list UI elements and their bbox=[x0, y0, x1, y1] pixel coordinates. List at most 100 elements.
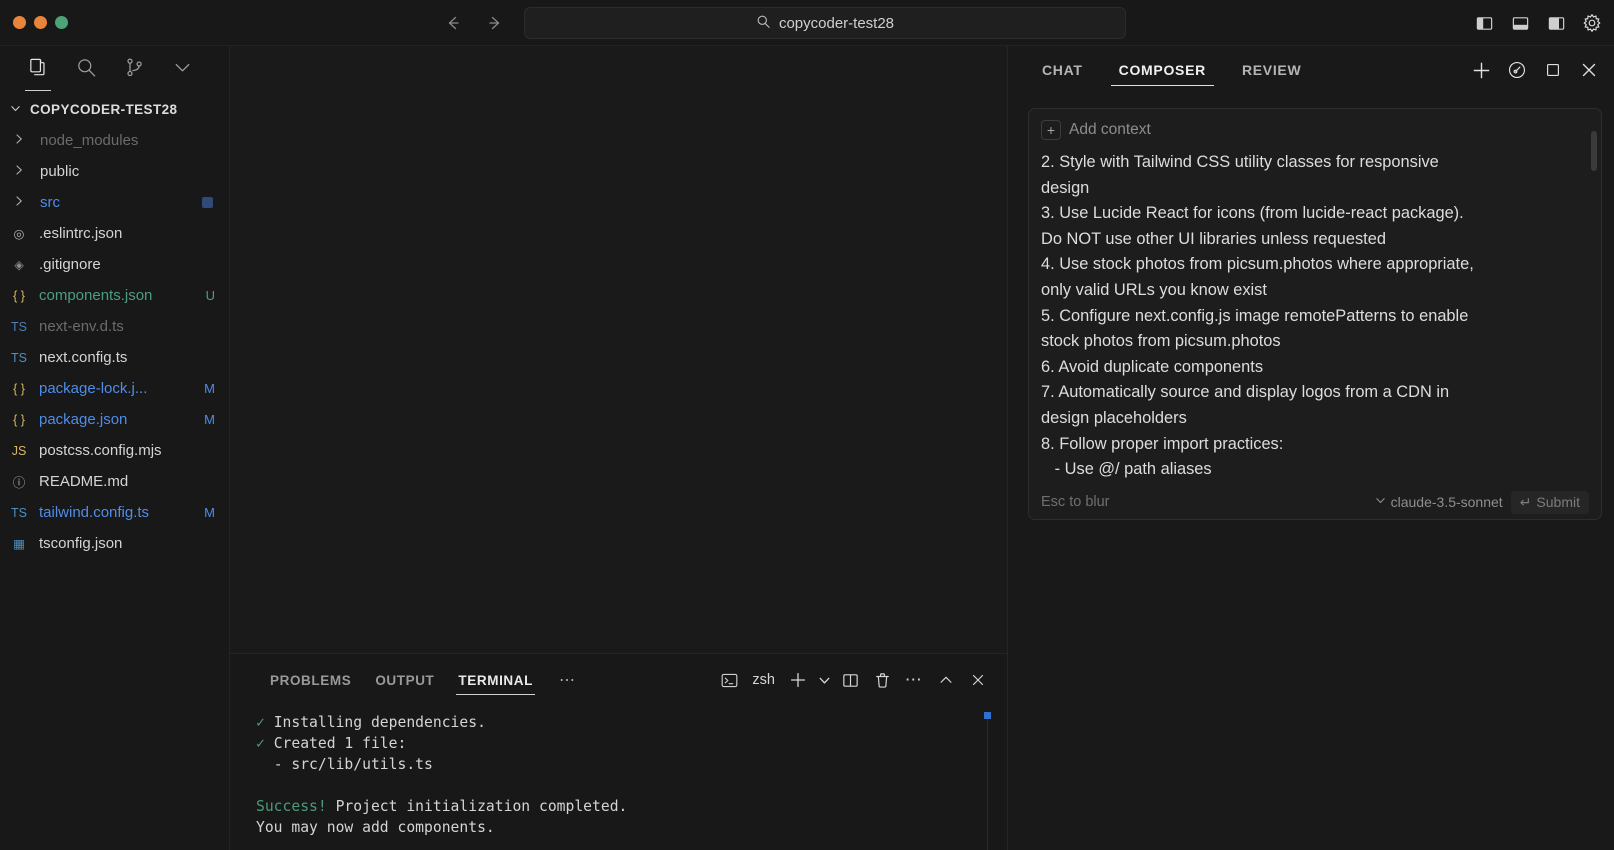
tree-item-label: package-lock.j... bbox=[32, 380, 204, 397]
activity-item-explorer[interactable] bbox=[14, 46, 62, 94]
enter-key-icon: ↵ bbox=[1520, 494, 1532, 511]
prompt-line: design placeholders bbox=[1041, 406, 1575, 432]
tree-item-node-modules[interactable]: node_modules bbox=[0, 125, 229, 156]
composer-footer-right: claude-3.5-sonnet ↵ Submit bbox=[1375, 491, 1589, 514]
terminal-output[interactable]: ✓ Installing dependencies.✓ Created 1 fi… bbox=[230, 706, 1007, 850]
submit-label: Submit bbox=[1536, 494, 1580, 510]
composer-box[interactable]: + Add context 2. Style with Tailwind CSS… bbox=[1028, 108, 1602, 520]
tab-output-label: OUTPUT bbox=[375, 673, 434, 688]
prompt-line: - Use @/ path aliases bbox=[1041, 457, 1575, 483]
prompt-line: 5. Configure next.config.js image remote… bbox=[1041, 304, 1575, 330]
tree-item-label: components.json bbox=[32, 287, 206, 304]
go-back-button[interactable] bbox=[443, 13, 463, 33]
tree-item-postcss-config-mjs[interactable]: JSpostcss.config.mjs bbox=[0, 435, 229, 466]
info-icon: ⓘ bbox=[6, 472, 32, 491]
activity-bar bbox=[0, 46, 229, 94]
tab-review[interactable]: REVIEW bbox=[1232, 46, 1311, 94]
new-terminal-button[interactable] bbox=[783, 665, 813, 695]
tab-composer-label: COMPOSER bbox=[1119, 62, 1206, 78]
terminal-scrollbar[interactable] bbox=[987, 714, 988, 850]
title-bar: copycoder-test28 bbox=[0, 0, 1614, 46]
tree-item-package-json[interactable]: { }package.jsonM bbox=[0, 404, 229, 435]
explorer-root-title: COPYCODER-TEST28 bbox=[30, 102, 177, 117]
toggle-panel-button[interactable] bbox=[1510, 13, 1530, 33]
toggle-primary-sidebar-button[interactable] bbox=[1474, 13, 1494, 33]
terminal-line: Success! Project initialization complete… bbox=[256, 796, 1007, 817]
terminal-line: ✓ Installing dependencies. bbox=[256, 712, 1007, 733]
terminal-profile-dropdown[interactable] bbox=[815, 665, 833, 695]
git-status-badge: U bbox=[206, 288, 215, 303]
model-name: claude-3.5-sonnet bbox=[1391, 494, 1503, 510]
add-context-row[interactable]: + Add context bbox=[1029, 109, 1601, 146]
tab-output[interactable]: OUTPUT bbox=[363, 654, 446, 706]
tab-problems[interactable]: PROBLEMS bbox=[258, 654, 363, 706]
close-chat-button[interactable] bbox=[1578, 59, 1600, 81]
maximize-chat-button[interactable] bbox=[1542, 59, 1564, 81]
panel-action-bar: zsh bbox=[714, 665, 993, 695]
json-icon: { } bbox=[6, 413, 32, 427]
panel-more-actions-button[interactable]: ⋯ bbox=[899, 665, 929, 695]
git-status-badge: M bbox=[204, 505, 215, 520]
files-icon bbox=[27, 56, 50, 84]
composer-scrollbar-thumb[interactable] bbox=[1591, 131, 1597, 171]
prompt-line: only valid URLs you know exist bbox=[1041, 278, 1575, 304]
tree-item-next-config-ts[interactable]: TSnext.config.ts bbox=[0, 342, 229, 373]
new-composer-button[interactable] bbox=[1470, 59, 1492, 81]
tree-item-label: node_modules bbox=[32, 132, 229, 149]
composer-footer: Esc to blur claude-3.5-sonnet ↵ Submit bbox=[1029, 485, 1601, 519]
tree-item-public[interactable]: public bbox=[0, 156, 229, 187]
tree-item-label: tsconfig.json bbox=[32, 535, 229, 552]
history-icon[interactable] bbox=[1506, 59, 1528, 81]
terminal-line-text: - src/lib/utils.ts bbox=[274, 756, 433, 773]
ts-icon: TS bbox=[6, 320, 32, 334]
terminal-line-text: Created 1 file: bbox=[274, 735, 407, 752]
esc-to-blur-hint: Esc to blur bbox=[1041, 494, 1110, 510]
tree-item-label: next.config.ts bbox=[32, 349, 229, 366]
tree-item-readme-md[interactable]: ⓘREADME.md bbox=[0, 466, 229, 497]
tree-item-components-json[interactable]: { }components.jsonU bbox=[0, 280, 229, 311]
tree-item-package-lock-j-[interactable]: { }package-lock.j...M bbox=[0, 373, 229, 404]
add-context-label: Add context bbox=[1069, 121, 1151, 139]
file-tree: node_modulespublicsrc◎.eslintrc.json◈.gi… bbox=[0, 123, 229, 559]
tab-problems-label: PROBLEMS bbox=[270, 673, 351, 688]
toggle-secondary-sidebar-button[interactable] bbox=[1546, 13, 1566, 33]
tab-composer[interactable]: COMPOSER bbox=[1109, 46, 1216, 94]
activity-item-more-views[interactable] bbox=[158, 46, 206, 94]
composer-prompt-text[interactable]: 2. Style with Tailwind CSS utility class… bbox=[1029, 146, 1601, 519]
maximize-panel-button[interactable] bbox=[931, 665, 961, 695]
close-window-button[interactable] bbox=[13, 16, 26, 29]
gear-icon[interactable] bbox=[1582, 13, 1602, 33]
split-terminal-button[interactable] bbox=[835, 665, 865, 695]
zoom-window-button[interactable] bbox=[55, 16, 68, 29]
chevron-right-icon bbox=[6, 133, 32, 148]
tree-item-next-env-d-ts[interactable]: TSnext-env.d.ts bbox=[0, 311, 229, 342]
terminal-line-text: Project initialization completed. bbox=[327, 798, 628, 815]
terminal-line-text bbox=[256, 777, 265, 794]
tree-item-src[interactable]: src bbox=[0, 187, 229, 218]
tab-chat[interactable]: CHAT bbox=[1032, 46, 1093, 94]
minimize-window-button[interactable] bbox=[34, 16, 47, 29]
kill-terminal-button[interactable] bbox=[867, 665, 897, 695]
tab-terminal[interactable]: TERMINAL bbox=[446, 654, 545, 706]
add-context-plus-icon[interactable]: + bbox=[1041, 120, 1061, 140]
model-selector[interactable]: claude-3.5-sonnet bbox=[1375, 494, 1503, 510]
tree-item-tailwind-config-ts[interactable]: TStailwind.config.tsM bbox=[0, 497, 229, 528]
command-center-search[interactable]: copycoder-test28 bbox=[524, 7, 1126, 39]
composer-scrollbar[interactable] bbox=[1591, 123, 1597, 469]
close-panel-button[interactable] bbox=[963, 665, 993, 695]
activity-item-source-control[interactable] bbox=[110, 46, 158, 94]
go-forward-button[interactable] bbox=[485, 13, 505, 33]
activity-item-search[interactable] bbox=[62, 46, 110, 94]
explorer-root-header[interactable]: COPYCODER-TEST28 bbox=[0, 94, 229, 123]
panel-more-tabs-button[interactable]: ⋯ bbox=[545, 670, 591, 690]
terminal-line: - src/lib/utils.ts bbox=[256, 754, 1007, 775]
tree-item--gitignore[interactable]: ◈.gitignore bbox=[0, 249, 229, 280]
submit-button[interactable]: ↵ Submit bbox=[1511, 491, 1589, 514]
editor-and-panel: PROBLEMS OUTPUT TERMINAL ⋯ zsh bbox=[230, 46, 1007, 850]
empty-editor-area[interactable] bbox=[230, 46, 1007, 654]
json-icon: { } bbox=[6, 289, 32, 303]
chevron-right-icon bbox=[6, 164, 32, 179]
git-branch-icon bbox=[123, 56, 146, 84]
tree-item--eslintrc-json[interactable]: ◎.eslintrc.json bbox=[0, 218, 229, 249]
tree-item-tsconfig-json[interactable]: ▦tsconfig.json bbox=[0, 528, 229, 559]
